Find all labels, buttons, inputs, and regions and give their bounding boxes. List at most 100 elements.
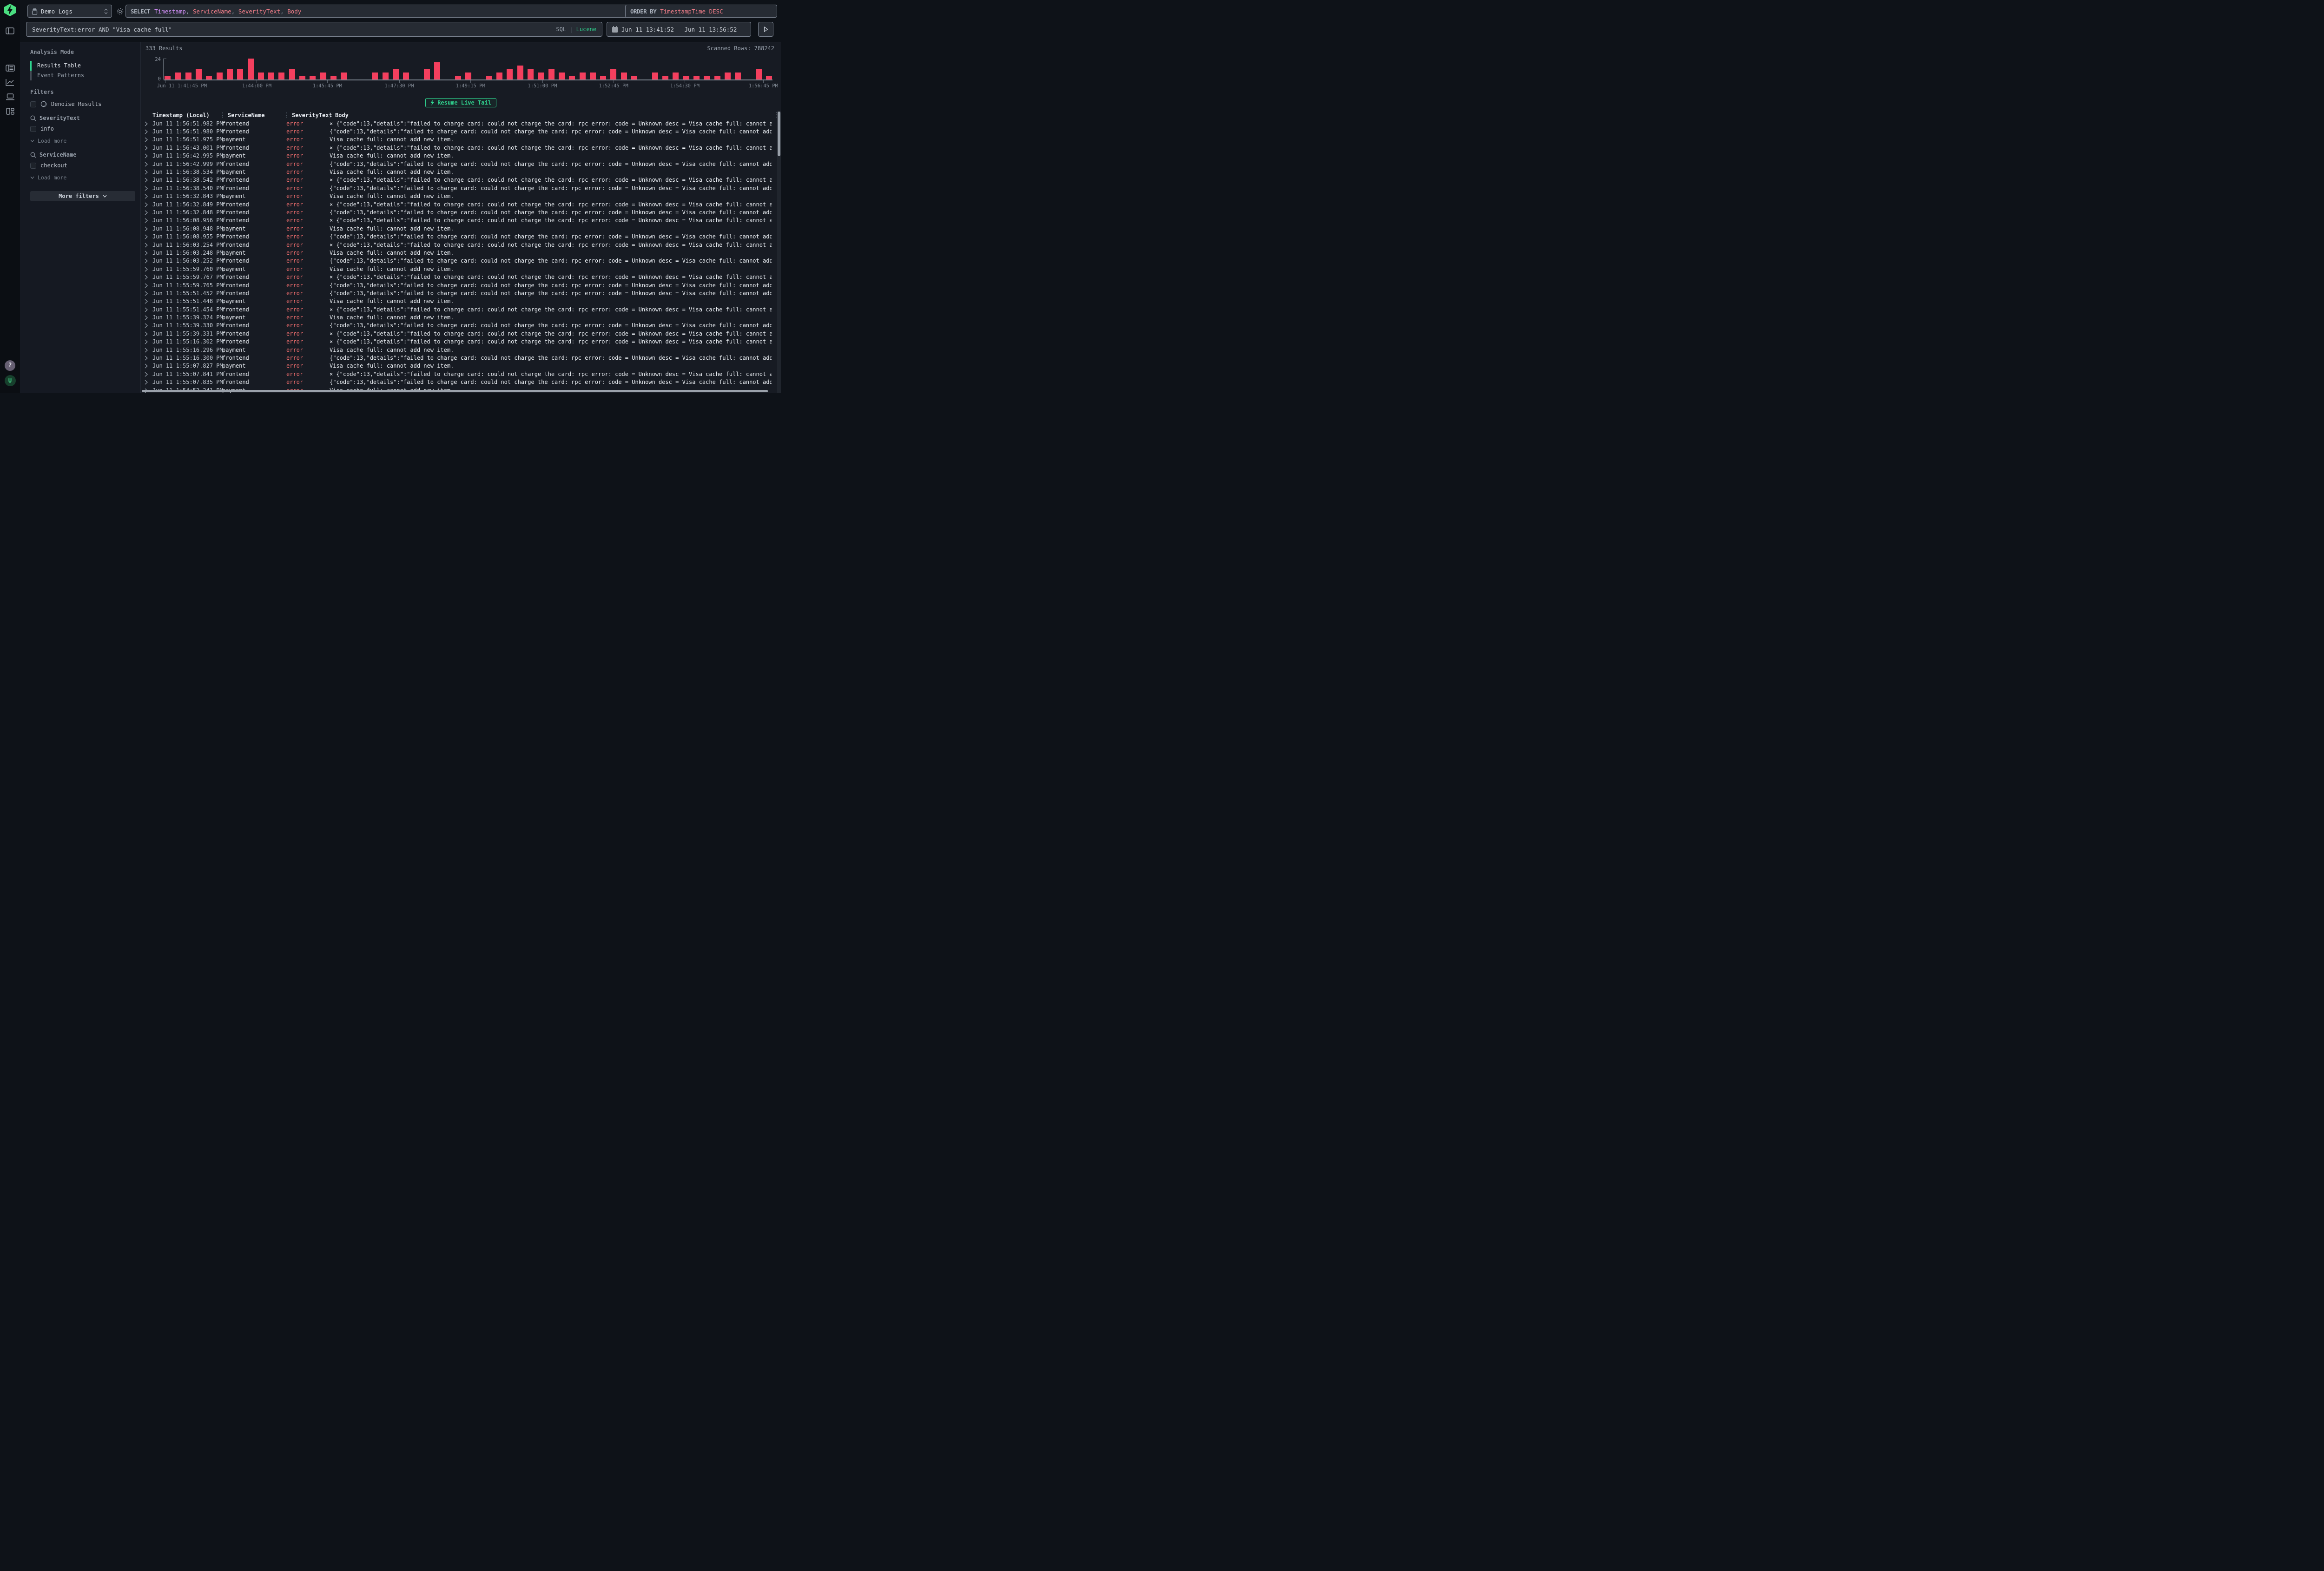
histogram-bar[interactable] xyxy=(548,69,555,80)
horizontal-scrollbar-thumb[interactable] xyxy=(142,390,768,392)
histogram-bar[interactable] xyxy=(424,69,430,80)
row-expand-icon[interactable] xyxy=(145,315,152,320)
lucene-mode-toggle[interactable]: Lucene xyxy=(576,26,596,33)
histogram-bar[interactable] xyxy=(600,76,606,80)
log-row[interactable]: Jun 11 1:56:08.948 PMpaymenterrorVisa ca… xyxy=(141,224,772,232)
row-expand-icon[interactable] xyxy=(145,355,152,361)
histogram-bar[interactable] xyxy=(434,62,440,80)
histogram-bar[interactable] xyxy=(248,59,254,79)
histogram-bar[interactable] xyxy=(507,69,513,80)
column-header-servicename[interactable]: ServiceName xyxy=(222,112,286,119)
log-row[interactable]: Jun 11 1:55:16.302 PMfrontenderror× {"co… xyxy=(141,338,772,346)
histogram-bar[interactable] xyxy=(517,66,523,79)
log-row[interactable]: Jun 11 1:56:51.980 PMfrontenderror{"code… xyxy=(141,127,772,135)
row-expand-icon[interactable] xyxy=(145,161,152,167)
histogram-bar[interactable] xyxy=(580,73,586,79)
row-expand-icon[interactable] xyxy=(145,307,152,312)
histogram-bar[interactable] xyxy=(289,69,295,80)
search-input[interactable] xyxy=(32,26,556,33)
row-expand-icon[interactable] xyxy=(145,266,152,272)
row-expand-icon[interactable] xyxy=(145,226,152,231)
histogram-bar[interactable] xyxy=(756,69,762,80)
histogram-bar[interactable] xyxy=(496,73,502,79)
histogram-bar[interactable] xyxy=(310,76,316,80)
row-expand-icon[interactable] xyxy=(145,331,152,337)
log-row[interactable]: Jun 11 1:55:51.454 PMfrontenderror× {"co… xyxy=(141,305,772,313)
resume-live-tail-button[interactable]: Resume Live Tail xyxy=(425,98,496,107)
filter-option-info[interactable]: info xyxy=(30,125,135,132)
histogram-bar[interactable] xyxy=(299,76,305,80)
log-row[interactable]: Jun 11 1:56:38.542 PMfrontenderror× {"co… xyxy=(141,176,772,184)
histogram-bar[interactable] xyxy=(652,73,658,79)
row-expand-icon[interactable] xyxy=(145,218,152,223)
row-expand-icon[interactable] xyxy=(145,137,152,142)
histogram-bar[interactable] xyxy=(693,76,700,80)
row-expand-icon[interactable] xyxy=(145,339,152,344)
row-expand-icon[interactable] xyxy=(145,129,152,134)
histogram-bar[interactable] xyxy=(569,76,575,80)
analysis-mode-results-table[interactable]: Results Table xyxy=(30,61,135,71)
log-row[interactable]: Jun 11 1:55:59.767 PMfrontenderror× {"co… xyxy=(141,273,772,281)
collapse-panel-icon[interactable] xyxy=(5,25,16,36)
time-range-picker[interactable]: Jun 11 13:41:52 - Jun 11 13:56:52 xyxy=(607,22,751,37)
histogram-bar[interactable] xyxy=(704,76,710,80)
log-row[interactable]: Jun 11 1:56:08.955 PMfrontenderror{"code… xyxy=(141,232,772,240)
vertical-scrollbar-thumb[interactable] xyxy=(778,112,780,156)
filter-option-checkout[interactable]: checkout xyxy=(30,162,135,169)
row-expand-icon[interactable] xyxy=(145,298,152,304)
histogram-bar[interactable] xyxy=(631,76,637,80)
histogram-bar[interactable] xyxy=(662,76,668,80)
dashboards-icon[interactable] xyxy=(5,106,16,117)
column-separator[interactable] xyxy=(286,112,287,118)
log-row[interactable]: Jun 11 1:56:32.848 PMfrontenderror{"code… xyxy=(141,208,772,216)
row-expand-icon[interactable] xyxy=(145,323,152,328)
histogram-bar[interactable] xyxy=(372,73,378,79)
histogram-bar[interactable] xyxy=(341,73,347,79)
log-row[interactable]: Jun 11 1:55:07.835 PMfrontenderror{"code… xyxy=(141,378,772,386)
histogram-bar[interactable] xyxy=(465,73,471,79)
row-expand-icon[interactable] xyxy=(145,242,152,248)
column-header-body[interactable]: Body xyxy=(330,112,772,119)
select-clause-input[interactable]: SELECT Timestamp, ServiceName, SeverityT… xyxy=(125,5,641,18)
histogram-bar[interactable] xyxy=(610,69,616,80)
row-expand-icon[interactable] xyxy=(145,347,152,353)
log-row[interactable]: Jun 11 1:55:16.300 PMfrontenderror{"code… xyxy=(141,354,772,362)
histogram-bar[interactable] xyxy=(175,73,181,79)
row-expand-icon[interactable] xyxy=(145,153,152,158)
source-select[interactable]: Demo Logs xyxy=(27,5,112,18)
checkbox[interactable] xyxy=(30,163,36,169)
row-expand-icon[interactable] xyxy=(145,185,152,191)
log-row[interactable]: Jun 11 1:56:42.995 PMpaymenterrorVisa ca… xyxy=(141,152,772,160)
row-expand-icon[interactable] xyxy=(145,169,152,175)
log-row[interactable]: Jun 11 1:56:03.252 PMfrontenderror{"code… xyxy=(141,257,772,265)
histogram-bar[interactable] xyxy=(559,73,565,79)
row-expand-icon[interactable] xyxy=(145,210,152,215)
order-by-input[interactable]: ORDER BY TimestampTime DESC xyxy=(625,5,777,18)
histogram-bar[interactable] xyxy=(621,73,627,79)
log-row[interactable]: Jun 11 1:56:43.001 PMfrontenderror× {"co… xyxy=(141,144,772,152)
sql-mode-toggle[interactable]: SQL xyxy=(556,26,566,33)
row-expand-icon[interactable] xyxy=(145,371,152,377)
column-header-timestamp[interactable]: Timestamp (Local) xyxy=(152,112,222,119)
source-settings-gear-icon[interactable] xyxy=(116,7,124,15)
column-header-severitytext[interactable]: SeverityText xyxy=(286,112,330,119)
log-row[interactable]: Jun 11 1:55:39.331 PMfrontenderror× {"co… xyxy=(141,330,772,337)
histogram-bar[interactable] xyxy=(403,73,409,79)
row-expand-icon[interactable] xyxy=(145,177,152,183)
histogram-bar[interactable] xyxy=(766,76,772,80)
log-row[interactable]: Jun 11 1:55:07.841 PMfrontenderror× {"co… xyxy=(141,370,772,378)
log-row[interactable]: Jun 11 1:55:51.448 PMpaymenterrorVisa ca… xyxy=(141,297,772,305)
histogram-bar[interactable] xyxy=(268,73,274,79)
histogram-bar[interactable] xyxy=(486,76,492,80)
row-expand-icon[interactable] xyxy=(145,202,152,207)
row-expand-icon[interactable] xyxy=(145,121,152,126)
histogram-bar[interactable] xyxy=(258,73,264,79)
sessions-laptop-icon[interactable] xyxy=(5,91,16,102)
log-row[interactable]: Jun 11 1:56:51.975 PMpaymenterrorVisa ca… xyxy=(141,136,772,144)
row-expand-icon[interactable] xyxy=(145,234,152,239)
more-filters-button[interactable]: More filters xyxy=(30,191,135,201)
histogram-bar[interactable] xyxy=(330,76,337,80)
search-icon[interactable] xyxy=(30,115,36,121)
row-expand-icon[interactable] xyxy=(145,193,152,199)
histogram-bar[interactable] xyxy=(320,73,326,79)
